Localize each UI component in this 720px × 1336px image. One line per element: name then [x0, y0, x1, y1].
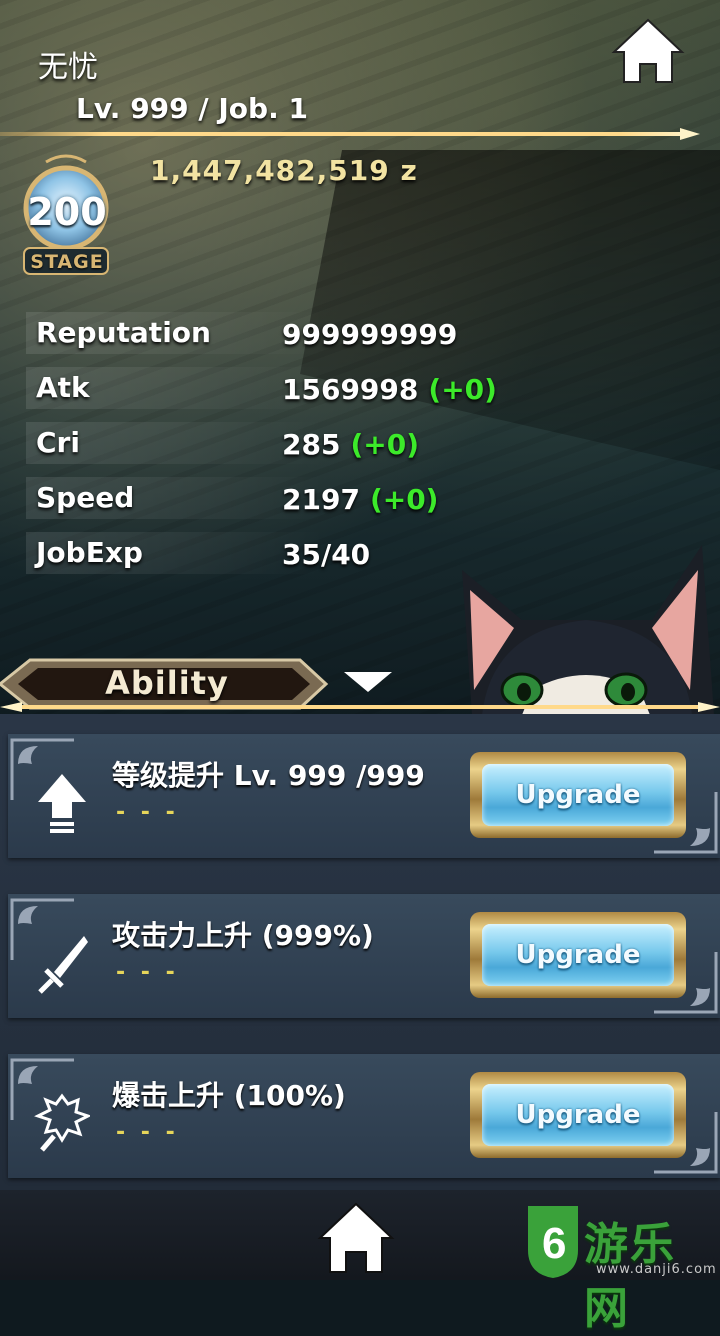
- stat-row-atk: Atk 1569998 (+0): [26, 367, 706, 413]
- stat-label: Reputation: [36, 316, 211, 349]
- stat-value: 35/40: [282, 538, 371, 571]
- svg-text:6: 6: [542, 1219, 566, 1268]
- ornament-icon: [654, 1112, 718, 1174]
- ability-tab-label[interactable]: Ability: [60, 664, 274, 702]
- stat-bonus: (+0): [428, 373, 497, 406]
- crit-blade-icon: [34, 1093, 90, 1152]
- stat-bonus: (+0): [350, 428, 419, 461]
- stat-bonus: (+0): [369, 483, 439, 516]
- ability-subtitle: - - -: [116, 960, 179, 985]
- gold-divider: [0, 128, 700, 140]
- stat-label: JobExp: [36, 536, 143, 569]
- zeny-amount: 1,447,482,519 z: [150, 154, 418, 187]
- home-icon[interactable]: [610, 16, 686, 86]
- home-icon[interactable]: [316, 1200, 396, 1276]
- stat-row-reputation: Reputation 999999999: [26, 312, 706, 358]
- cat-character-icon: [462, 545, 714, 715]
- watermark-url: www.danji6.com: [596, 1262, 717, 1277]
- ability-card-crit: 爆击上升 (100%) - - - Upgrade: [8, 1054, 720, 1178]
- ability-subtitle: - - -: [116, 1120, 179, 1145]
- stage-number: 200: [27, 190, 107, 234]
- ability-divider: [0, 702, 720, 712]
- stat-row-speed: Speed 2197 (+0): [26, 477, 706, 523]
- ability-card-level: 等级提升 Lv. 999 /999 - - - Upgrade: [8, 734, 720, 858]
- stage-label: STAGE: [30, 251, 104, 273]
- player-name: 无忧: [38, 50, 98, 85]
- ornament-icon: [654, 952, 718, 1014]
- arrow-up-icon: [38, 774, 86, 833]
- player-level: Lv. 999 / Job. 1: [76, 92, 308, 125]
- ability-title: 等级提升 Lv. 999 /999: [112, 759, 425, 792]
- stat-value: 999999999: [282, 318, 458, 351]
- stat-label: Atk: [36, 371, 90, 404]
- stat-label: Cri: [36, 426, 80, 459]
- ability-title: 攻击力上升 (999%): [112, 919, 374, 952]
- stat-value: 2197 (+0): [282, 483, 439, 516]
- ability-subtitle: - - -: [116, 800, 179, 825]
- ability-card-attack: 攻击力上升 (999%) - - - Upgrade: [8, 894, 720, 1018]
- stat-row-cri: Cri 285 (+0): [26, 422, 706, 468]
- ornament-icon: [654, 792, 718, 854]
- ability-title: 爆击上升 (100%): [112, 1079, 346, 1112]
- stat-value: 285 (+0): [282, 428, 419, 461]
- sword-icon: [38, 936, 88, 994]
- stat-label: Speed: [36, 481, 135, 514]
- expand-toggle-icon[interactable]: [344, 672, 392, 692]
- stat-value: 1569998 (+0): [282, 373, 497, 406]
